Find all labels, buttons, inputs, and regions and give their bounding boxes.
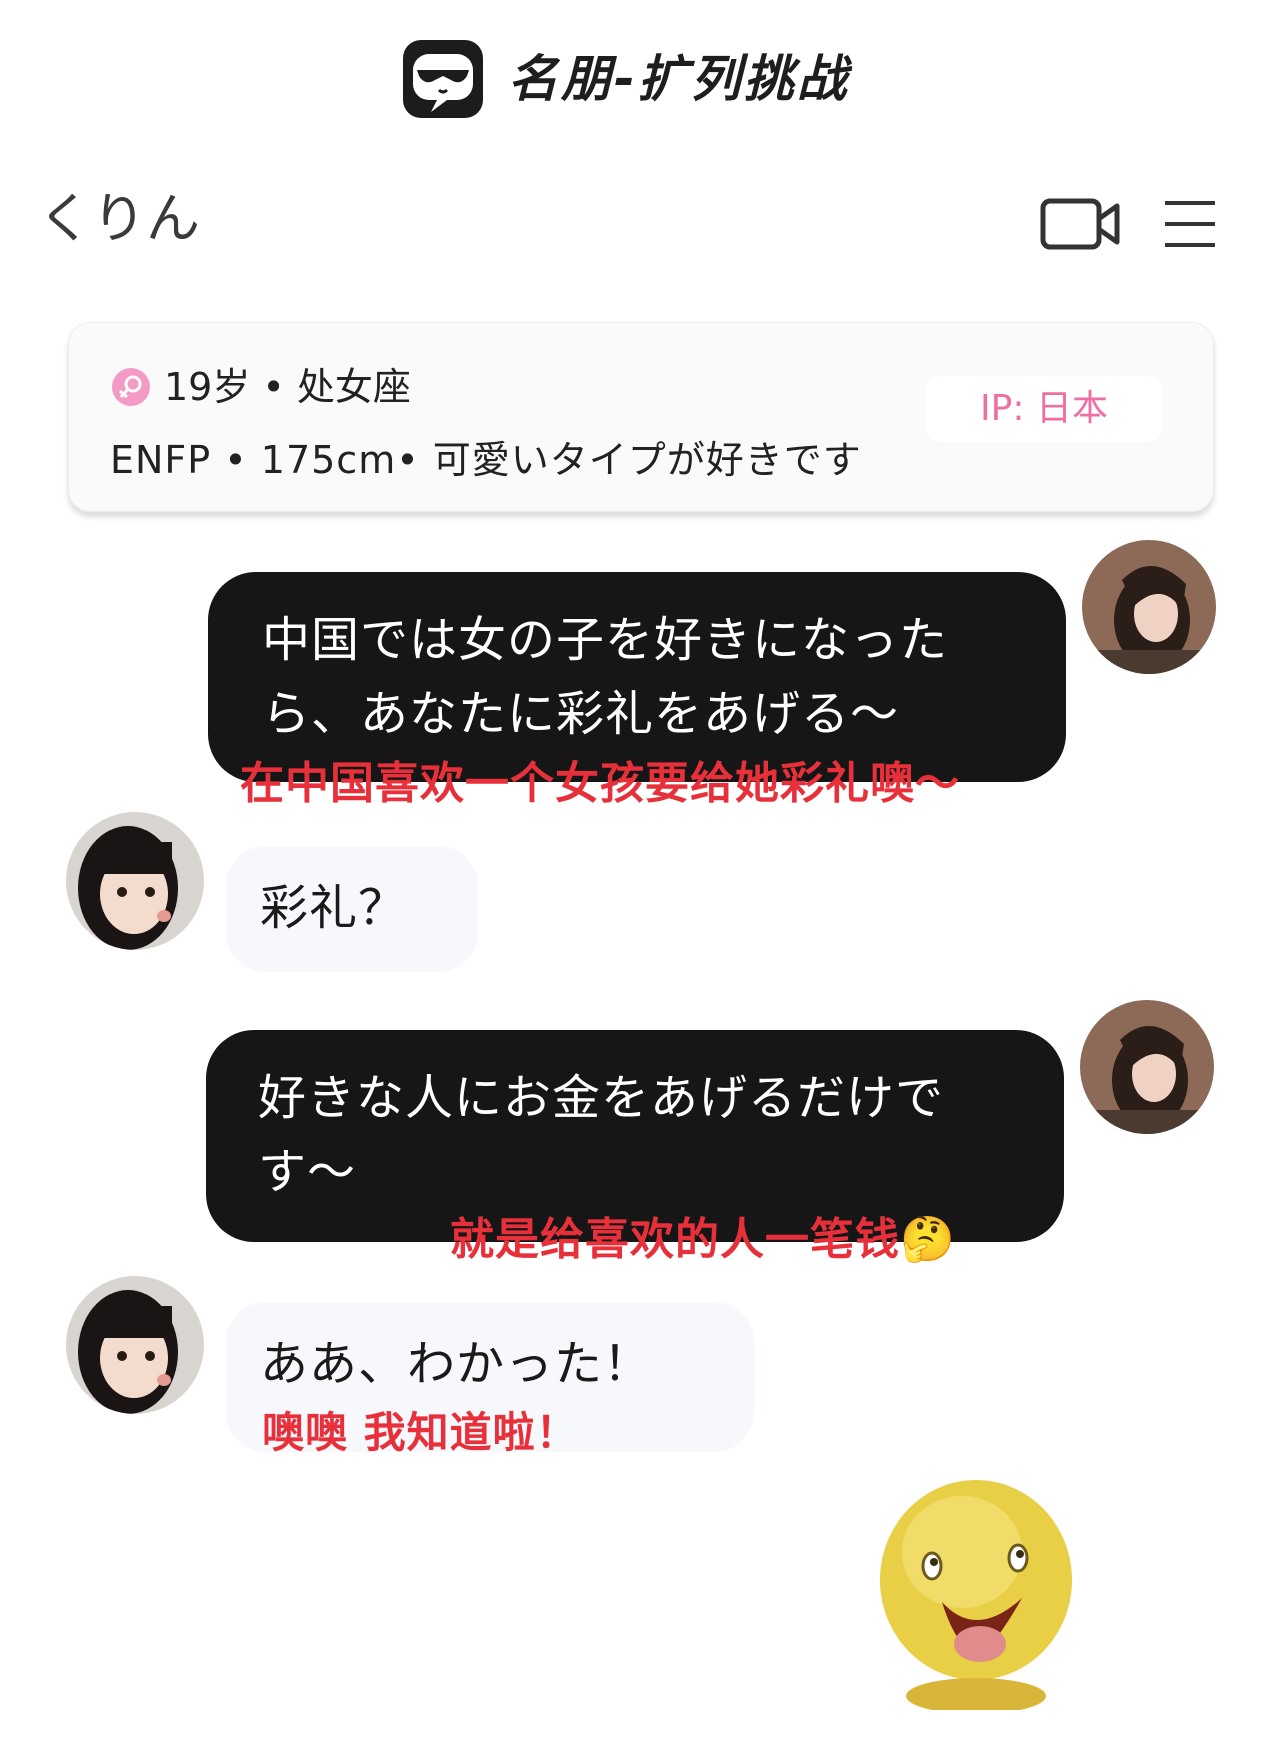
thinking-face-icon: 🤔 bbox=[900, 1214, 956, 1265]
ip-location-badge: IP: 日本 bbox=[926, 376, 1162, 442]
menu-button[interactable] bbox=[1162, 198, 1218, 250]
message-text: 好きな人にお金をあげるだけで bbox=[258, 1070, 945, 1126]
message-text: 彩礼？ bbox=[260, 880, 408, 936]
profile-age-zodiac: 19岁 • 处女座 bbox=[164, 365, 411, 409]
sunglasses-face-logo-icon bbox=[413, 54, 473, 112]
message-bubble-outgoing[interactable]: 好きな人にお金をあげるだけで す～ bbox=[206, 1030, 1064, 1242]
app-logo bbox=[403, 40, 483, 118]
message-text: す～ bbox=[258, 1144, 357, 1200]
app-title: 名朋-扩列挑战 bbox=[508, 50, 850, 108]
sticker-message[interactable] bbox=[852, 1462, 1100, 1714]
female-icon bbox=[112, 368, 150, 406]
my-avatar[interactable] bbox=[1082, 540, 1216, 674]
contact-avatar-icon bbox=[66, 812, 204, 950]
contact-avatar[interactable] bbox=[66, 1276, 204, 1414]
message-bubble-incoming[interactable]: 彩礼？ bbox=[226, 846, 478, 972]
user-avatar-icon bbox=[1082, 540, 1216, 674]
translation-caption: 噢噢 我知道啦！ bbox=[262, 1408, 579, 1457]
menu-icon bbox=[1165, 201, 1215, 247]
message-text: 中国では女の子を好きになった bbox=[262, 612, 949, 668]
user-avatar-icon bbox=[1080, 1000, 1214, 1134]
translation-caption: 就是给喜欢的人一笔钱🤔 bbox=[450, 1212, 956, 1268]
video-camera-icon bbox=[1040, 198, 1120, 250]
my-avatar[interactable] bbox=[1080, 1000, 1214, 1134]
profile-traits: ENFP • 175cm• 可愛いタイプが好きです bbox=[110, 438, 862, 482]
contact-name: くりん bbox=[38, 187, 200, 250]
translation-caption: 在中国喜欢一个女孩要给她彩礼噢～ bbox=[240, 758, 960, 809]
translation-text: 就是给喜欢的人一笔钱 bbox=[450, 1214, 900, 1265]
video-call-button[interactable] bbox=[1040, 196, 1120, 254]
contact-avatar[interactable] bbox=[66, 812, 204, 950]
smiling-yellow-face-sticker bbox=[852, 1462, 1100, 1714]
message-bubble-outgoing[interactable]: 中国では女の子を好きになった ら、あなたに彩礼をあげる～ bbox=[208, 572, 1066, 782]
contact-avatar-icon bbox=[66, 1276, 204, 1414]
message-text: ああ、わかった！ bbox=[260, 1336, 653, 1392]
message-text: ら、あなたに彩礼をあげる～ bbox=[262, 686, 900, 742]
chat-header-back-name[interactable]: くりん bbox=[38, 184, 200, 254]
